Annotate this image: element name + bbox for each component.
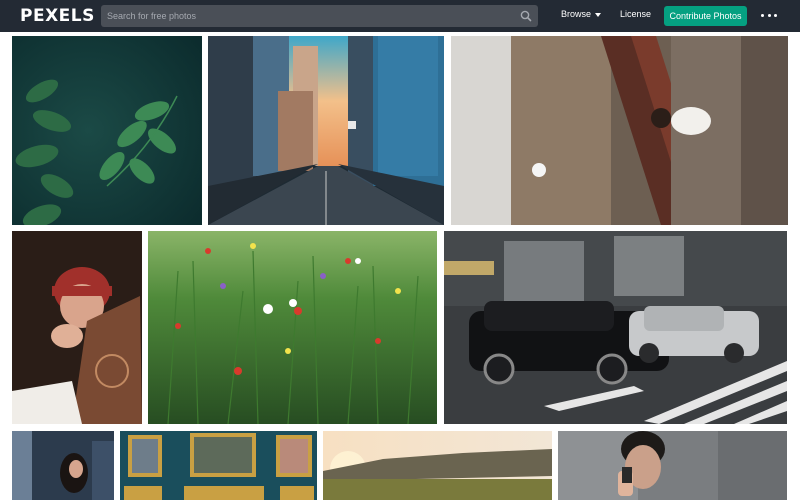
search-icon[interactable] bbox=[519, 9, 533, 23]
browse-label: Browse bbox=[561, 9, 592, 19]
license-link[interactable]: License bbox=[620, 9, 651, 19]
search-box[interactable] bbox=[101, 5, 538, 27]
photo-gallery-wall[interactable] bbox=[120, 431, 317, 500]
contribute-photos-button[interactable]: Contribute Photos bbox=[664, 6, 747, 26]
photo-wildflower-field[interactable] bbox=[148, 231, 437, 424]
photo-city-street[interactable] bbox=[208, 36, 444, 225]
top-navigation-bar: PEXELS Browse License Contribute Photos bbox=[0, 0, 800, 32]
photo-man-on-phone[interactable] bbox=[558, 431, 787, 500]
browse-menu[interactable]: Browse bbox=[561, 9, 602, 19]
more-dots-icon[interactable] bbox=[761, 14, 777, 18]
photo-woman-holding-book[interactable] bbox=[12, 231, 142, 424]
photo-cars-crosswalk[interactable] bbox=[444, 231, 787, 424]
search-input[interactable] bbox=[101, 5, 511, 27]
photo-woman-staircase[interactable] bbox=[451, 36, 788, 225]
photo-sunset-landscape[interactable] bbox=[323, 431, 552, 500]
photo-green-leaves[interactable] bbox=[12, 36, 202, 225]
pexels-logo[interactable]: PEXELS bbox=[20, 6, 95, 26]
photo-woman-night-city[interactable] bbox=[12, 431, 114, 500]
chevron-down-icon bbox=[595, 12, 602, 17]
